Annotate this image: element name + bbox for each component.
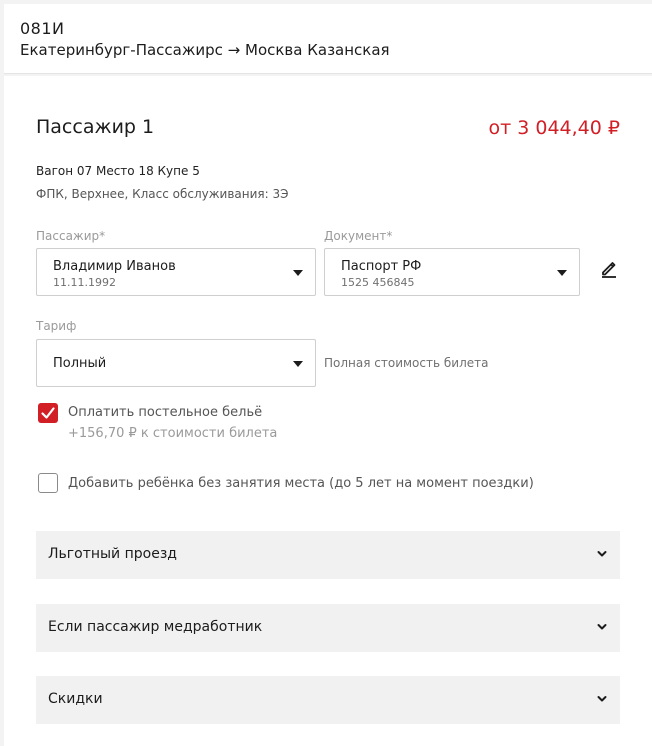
- bedding-checkbox[interactable]: [38, 403, 58, 423]
- bedding-label[interactable]: Оплатить постельное бельё: [68, 405, 262, 420]
- passenger-select[interactable]: Владимир Иванов 11.11.1992: [36, 248, 316, 296]
- document-select[interactable]: Паспорт РФ 1525 456845: [324, 248, 580, 296]
- edit-document-button[interactable]: [598, 257, 620, 279]
- tariff-select-label: Тариф: [36, 319, 77, 333]
- passenger-name: Владимир Иванов: [53, 259, 176, 274]
- accordion-discounts[interactable]: Скидки: [36, 676, 620, 724]
- passenger-birthdate: 11.11.1992: [53, 276, 116, 289]
- chevron-down-icon: [597, 624, 607, 630]
- chevron-down-icon: [597, 551, 607, 557]
- pencil-icon: [602, 262, 616, 278]
- bedding-price: +156,70 ₽ к стоимости билета: [68, 426, 278, 441]
- chevron-down-icon: [597, 696, 607, 702]
- route-header: 081И Екатеринбург-Пассажирс → Москва Каз…: [4, 4, 652, 74]
- accordion-label: Льготный проезд: [48, 546, 177, 562]
- triangle-down-icon: [557, 270, 567, 276]
- accordion-label: Скидки: [48, 691, 103, 707]
- document-number: 1525 456845: [341, 276, 415, 289]
- add-child-checkbox[interactable]: [38, 473, 58, 493]
- passenger-title: Пассажир 1: [36, 116, 155, 138]
- accordion-medical-worker[interactable]: Если пассажир медработник: [36, 604, 620, 652]
- train-number: 081И: [20, 19, 65, 38]
- document-select-label: Документ*: [324, 229, 393, 243]
- route-title: Екатеринбург-Пассажирс → Москва Казанска…: [20, 41, 390, 59]
- tariff-select[interactable]: Полный: [36, 339, 316, 387]
- accordion-label: Если пассажир медработник: [48, 619, 263, 635]
- triangle-down-icon: [293, 270, 303, 276]
- passenger-select-label: Пассажир*: [36, 229, 106, 243]
- checkmark-icon: [41, 407, 55, 419]
- document-type: Паспорт РФ: [341, 259, 422, 274]
- seat-info: Вагон 07 Место 18 Купе 5: [36, 164, 200, 178]
- class-info: ФПК, Верхнее, Класс обслуживания: 3Э: [36, 187, 289, 201]
- passenger-card: Пассажир 1 от 3 044,40 ₽ Вагон 07 Место …: [4, 76, 652, 746]
- tariff-value: Полный: [53, 356, 107, 371]
- triangle-down-icon: [293, 361, 303, 367]
- accordion-benefit-travel[interactable]: Льготный проезд: [36, 531, 620, 579]
- add-child-label[interactable]: Добавить ребёнка без занятия места (до 5…: [68, 476, 534, 491]
- tariff-hint: Полная стоимость билета: [324, 356, 489, 370]
- ticket-price: от 3 044,40 ₽: [488, 117, 620, 139]
